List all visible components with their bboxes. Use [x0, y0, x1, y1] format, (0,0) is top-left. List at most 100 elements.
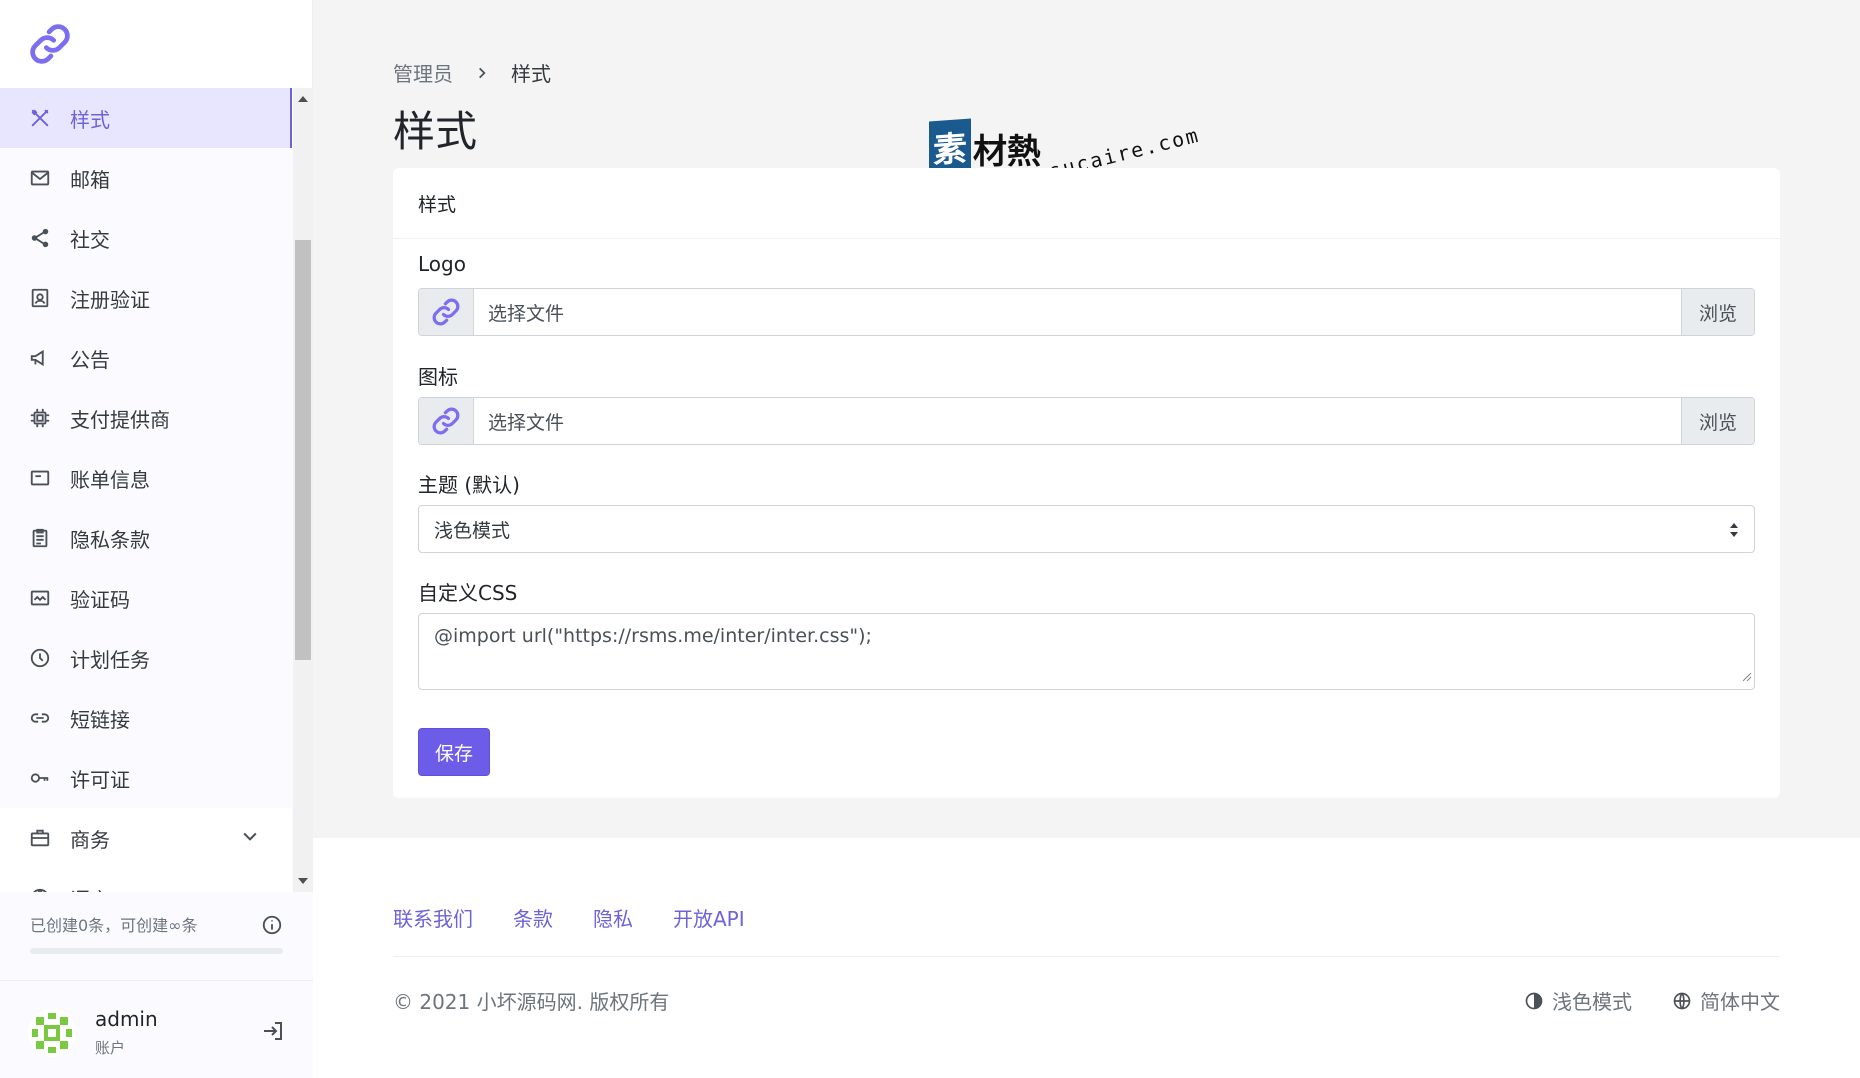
footer-link-contact[interactable]: 联系我们	[393, 903, 473, 932]
logo-file-name[interactable]: 选择文件	[474, 289, 1681, 335]
select-caret-icon	[1728, 521, 1740, 544]
sidebar: 样式 邮箱 社交 注册验证 公告 支付提供商 账单信息 隐私条款 验证码 计划任…	[0, 0, 313, 1078]
card-header: 样式	[393, 168, 1780, 239]
quota-progress-bar	[30, 948, 283, 954]
user-panel[interactable]: admin 账户	[0, 980, 313, 1078]
clock-icon	[28, 646, 52, 670]
scroll-up-arrow[interactable]	[298, 96, 308, 102]
sidebar-item-payment[interactable]: 支付提供商	[0, 388, 292, 448]
sidebar-item-privacy[interactable]: 隐私条款	[0, 508, 292, 568]
sidebar-item-label: 计划任务	[70, 647, 150, 672]
link-icon	[28, 706, 52, 730]
sidebar-item-language[interactable]: 语言	[0, 868, 292, 892]
custom-css-textarea[interactable]: @import url("https://rsms.me/inter/inter…	[418, 613, 1755, 690]
favicon-preview	[419, 398, 474, 444]
link-icon	[432, 298, 460, 326]
briefcase-icon	[28, 826, 52, 850]
sidebar-item-cron[interactable]: 计划任务	[0, 628, 292, 688]
contrast-icon	[1525, 992, 1543, 1009]
sidebar-item-label: 许可证	[70, 767, 130, 792]
css-label: 自定义CSS	[418, 581, 518, 605]
breadcrumb: 管理员 样式	[393, 58, 551, 87]
quota-panel: 已创建0条，可创建∞条	[0, 892, 313, 980]
theme-select-value: 浅色模式	[434, 519, 511, 542]
sidebar-item-label: 公告	[70, 347, 110, 372]
resize-grip-icon[interactable]	[1742, 665, 1752, 687]
save-button[interactable]: 保存	[418, 728, 490, 776]
favicon-label: 图标	[418, 365, 458, 389]
style-card: 样式 Logo 选择文件 浏览 图标 选择文件 浏览 主题 (默认) 浅色模式	[393, 168, 1780, 798]
logo-browse-button[interactable]: 浏览	[1681, 289, 1754, 335]
watermark: 素 材熱 sucaire.com	[929, 118, 1202, 183]
chevron-down-icon[interactable]	[240, 826, 260, 851]
sidebar-item-announcement[interactable]: 公告	[0, 328, 292, 388]
theme-label: 主题 (默认)	[418, 473, 520, 497]
logo-preview	[419, 289, 474, 335]
logo-file-input[interactable]: 选择文件 浏览	[418, 288, 1755, 336]
sidebar-item-mail[interactable]: 邮箱	[0, 148, 292, 208]
theme-select[interactable]: 浅色模式	[418, 505, 1755, 553]
chevron-right-icon	[475, 66, 489, 80]
sidebar-item-label: 注册验证	[70, 287, 150, 312]
footer-settings: 浅色模式 简体中文	[1484, 986, 1780, 1015]
user-name: admin	[95, 1007, 158, 1031]
sidebar-item-shortlink[interactable]: 短链接	[0, 688, 292, 748]
watermark-text: 材熱	[973, 132, 1041, 172]
share-icon	[28, 226, 52, 250]
sidebar-item-label: 支付提供商	[70, 407, 170, 432]
sidebar-item-label: 隐私条款	[70, 527, 150, 552]
footer: 联系我们 条款 隐私 开放API © 2021 小坏源码网. 版权所有 浅色模式…	[313, 838, 1860, 1078]
sidebar-item-label: 社交	[70, 227, 110, 252]
link-icon	[432, 407, 460, 435]
document-icon	[28, 526, 52, 550]
sidebar-item-business[interactable]: 商务	[0, 808, 292, 868]
sidebar-item-registration[interactable]: 注册验证	[0, 268, 292, 328]
footer-link-privacy[interactable]: 隐私	[593, 903, 633, 932]
sidebar-item-license[interactable]: 许可证	[0, 748, 292, 808]
user-role: 账户	[95, 1039, 126, 1057]
avatar[interactable]	[28, 1009, 76, 1057]
sidebar-item-label: 短链接	[70, 707, 130, 732]
scroll-down-arrow[interactable]	[298, 878, 308, 884]
key-icon	[28, 766, 52, 790]
sidebar-item-label: 验证码	[70, 587, 130, 612]
language-selector[interactable]: 简体中文	[1672, 986, 1780, 1015]
favicon-file-input[interactable]: 选择文件 浏览	[418, 397, 1755, 445]
footer-link-api[interactable]: 开放API	[673, 903, 745, 932]
custom-css-value: @import url("https://rsms.me/inter/inter…	[434, 625, 872, 647]
language-label: 简体中文	[1700, 990, 1780, 1014]
breadcrumb-current: 样式	[511, 62, 551, 86]
theme-toggle[interactable]: 浅色模式	[1524, 986, 1632, 1015]
mail-icon	[28, 166, 52, 190]
quota-text: 已创建0条，可创建∞条	[30, 916, 198, 935]
receipt-icon	[28, 466, 52, 490]
main-content: 管理员 样式 样式 素 材熱 sucaire.com 样式 Logo 选择文件 …	[313, 0, 1860, 838]
info-icon[interactable]	[261, 914, 283, 940]
sidebar-item-label: 商务	[70, 827, 110, 852]
sidebar-item-label: 样式	[70, 107, 110, 132]
sidebar-item-style[interactable]: 样式	[0, 88, 292, 148]
favicon-browse-button[interactable]: 浏览	[1681, 398, 1754, 444]
logo-label: Logo	[418, 252, 466, 276]
sidebar-item-captcha[interactable]: 验证码	[0, 568, 292, 628]
footer-link-terms[interactable]: 条款	[513, 903, 553, 932]
watermark-box: 素	[929, 118, 971, 175]
page-title: 样式	[393, 107, 478, 156]
sidebar-scrollbar[interactable]	[293, 88, 313, 892]
copyright: © 2021 小坏源码网. 版权所有	[393, 990, 670, 1014]
footer-divider	[393, 956, 1780, 957]
theme-toggle-label: 浅色模式	[1552, 990, 1632, 1014]
breadcrumb-parent[interactable]: 管理员	[393, 58, 453, 87]
sidebar-item-label: 语言	[70, 884, 110, 893]
sidebar-item-social[interactable]: 社交	[0, 208, 292, 268]
sidebar-item-label: 账单信息	[70, 467, 150, 492]
scrollbar-thumb[interactable]	[295, 240, 311, 660]
logout-icon[interactable]	[261, 1019, 285, 1047]
globe-icon	[1673, 992, 1691, 1009]
favicon-file-name[interactable]: 选择文件	[474, 398, 1681, 444]
sidebar-item-label: 邮箱	[70, 167, 110, 192]
sidebar-item-billing[interactable]: 账单信息	[0, 448, 292, 508]
tools-icon	[28, 106, 52, 130]
captcha-icon	[28, 586, 52, 610]
logo[interactable]	[0, 0, 312, 88]
